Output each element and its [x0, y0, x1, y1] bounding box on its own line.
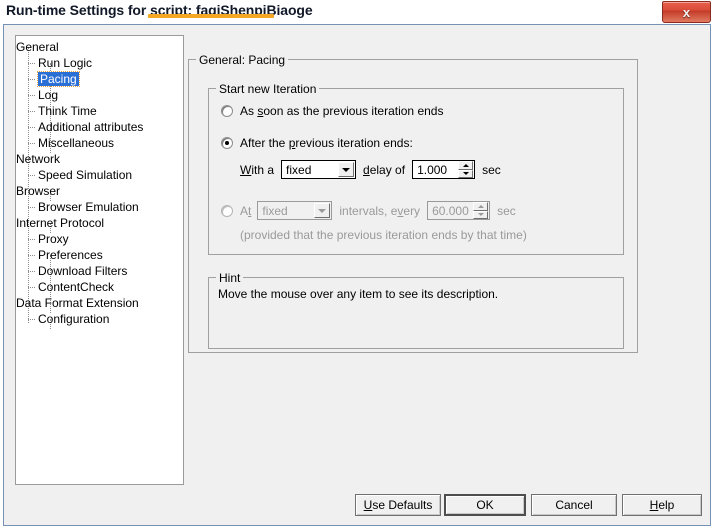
- radio-asap[interactable]: [221, 105, 233, 117]
- tree-item-label: Pacing: [37, 71, 80, 87]
- tree-item-label: General: [16, 40, 59, 54]
- tree-item-think-time[interactable]: Think Time: [16, 103, 183, 119]
- tree-item-general[interactable]: General: [16, 39, 183, 55]
- interval-stepper-down-icon[interactable]: [473, 210, 489, 219]
- tree-item-browser[interactable]: Browser: [16, 183, 183, 199]
- tree-item-label: Miscellaneous: [38, 136, 115, 150]
- hint-group: Hint Move the mouse over any item to see…: [208, 271, 624, 349]
- hint-text: Move the mouse over any item to see its …: [218, 287, 499, 301]
- interval-stepper-up-icon[interactable]: [473, 202, 489, 211]
- tree-item-network[interactable]: Network: [16, 151, 183, 167]
- intervals-every-label: intervals, every: [339, 203, 421, 218]
- tree-item-label: Browser Emulation: [38, 200, 139, 214]
- close-button[interactable]: x: [662, 1, 711, 23]
- use-defaults-button[interactable]: Use Defaults: [355, 494, 441, 516]
- tree-item-label: Additional attributes: [38, 120, 144, 134]
- tree-item-internet-protocol[interactable]: Internet Protocol: [16, 215, 183, 231]
- delay-value-stepper[interactable]: 1.000: [412, 160, 476, 179]
- tree-item-configuration[interactable]: Configuration: [16, 311, 183, 327]
- radio-asap-label: As soon as the previous iteration ends: [240, 104, 444, 118]
- settings-tree: General Run Logic Pacing Log Think Time Addit…: [16, 36, 183, 329]
- stepper-down-icon[interactable]: [458, 169, 474, 178]
- runtime-settings-window: Run-time Settings for script: faqiShenpi…: [0, 0, 717, 531]
- delay-type-value: fixed: [286, 162, 312, 177]
- chevron-down-icon-interval[interactable]: [314, 203, 331, 218]
- interval-type-value: fixed: [262, 203, 288, 218]
- tree-item-preferences[interactable]: Preferences: [16, 247, 183, 263]
- tree-item-label: Browser: [16, 184, 61, 198]
- tree-item-label: ContentCheck: [38, 280, 115, 294]
- radio-row-asap[interactable]: As soon as the previous iteration ends: [221, 104, 443, 118]
- tree-item-label: Proxy: [38, 232, 69, 246]
- use-defaults-label: Use Defaults: [363, 498, 433, 512]
- hint-group-legend: Hint: [216, 271, 244, 285]
- tree-item-download-filters[interactable]: Download Filters: [16, 263, 183, 279]
- help-button[interactable]: Help: [622, 494, 702, 516]
- cancel-button[interactable]: Cancel: [531, 494, 617, 516]
- tree-item-label: Configuration: [38, 312, 110, 326]
- dialog-body: General Run Logic Pacing Log Think Time Addit…: [3, 24, 711, 526]
- tree-item-browser-emulation[interactable]: Browser Emulation: [16, 199, 183, 215]
- settings-tree-panel[interactable]: General Run Logic Pacing Log Think Time Addit…: [15, 35, 184, 485]
- at-intervals-row: At fixed intervals, every 60.000 sec: [221, 201, 523, 220]
- ok-label: OK: [476, 498, 494, 512]
- interval-value-stepper[interactable]: 60.000: [427, 201, 491, 220]
- delay-type-combo[interactable]: fixed: [281, 160, 357, 179]
- tree-item-proxy[interactable]: Proxy: [16, 231, 183, 247]
- tree-item-label: Speed Simulation: [38, 168, 133, 182]
- tree-item-label: Internet Protocol: [16, 216, 105, 230]
- help-label: Help: [649, 498, 675, 512]
- tree-item-data-format-extension[interactable]: Data Format Extension: [16, 295, 183, 311]
- delay-stepper-buttons[interactable]: [458, 161, 474, 178]
- tree-item-label: Data Format Extension: [16, 296, 139, 310]
- tree-item-pacing[interactable]: Pacing: [16, 71, 183, 87]
- tree-item-label: Preferences: [38, 248, 103, 262]
- interval-type-combo[interactable]: fixed: [257, 201, 333, 220]
- fixed-delay-row: With a fixed delay of 1.000 sec: [240, 160, 508, 179]
- interval-stepper-buttons[interactable]: [473, 202, 489, 219]
- cancel-label: Cancel: [555, 498, 593, 512]
- radio-after-previous[interactable]: [221, 137, 233, 149]
- radio-row-after[interactable]: After the previous iteration ends:: [221, 136, 413, 150]
- tree-item-contentcheck[interactable]: ContentCheck: [16, 279, 183, 295]
- tree-item-speed-simulation[interactable]: Speed Simulation: [16, 167, 183, 183]
- tree-item-miscellaneous[interactable]: Miscellaneous: [16, 135, 183, 151]
- start-new-iteration-legend: Start new Iteration: [216, 82, 320, 96]
- tree-item-log[interactable]: Log: [16, 87, 183, 103]
- tree-item-run-logic[interactable]: Run Logic: [16, 55, 183, 71]
- title-highlight-underline: [148, 14, 274, 18]
- tree-item-label: Run Logic: [38, 56, 93, 70]
- tree-item-label: Log: [38, 88, 59, 102]
- tree-item-label: Network: [16, 152, 61, 166]
- radio-after-label: After the previous iteration ends:: [240, 136, 413, 150]
- with-a-label: With a: [240, 162, 275, 177]
- at-label: At: [240, 203, 252, 218]
- at-intervals-note: (provided that the previous iteration en…: [240, 228, 527, 242]
- delay-unit-label: sec: [482, 162, 501, 177]
- pacing-group-legend: General: Pacing: [196, 53, 289, 67]
- close-icon: x: [682, 4, 691, 20]
- delay-value[interactable]: 1.000: [413, 163, 447, 177]
- ok-button[interactable]: OK: [444, 494, 526, 516]
- interval-unit-label: sec: [497, 203, 516, 218]
- delay-of-label: delay of: [363, 162, 406, 177]
- interval-value[interactable]: 60.000: [428, 204, 469, 218]
- radio-at-intervals[interactable]: [221, 204, 233, 217]
- chevron-down-icon[interactable]: [338, 162, 355, 177]
- tree-item-additional-attributes[interactable]: Additional attributes: [16, 119, 183, 135]
- tree-item-label: Think Time: [38, 104, 97, 118]
- stepper-up-icon[interactable]: [458, 161, 474, 170]
- title-bar: Run-time Settings for script: faqiShenpi…: [0, 0, 717, 23]
- tree-item-label: Download Filters: [38, 264, 128, 278]
